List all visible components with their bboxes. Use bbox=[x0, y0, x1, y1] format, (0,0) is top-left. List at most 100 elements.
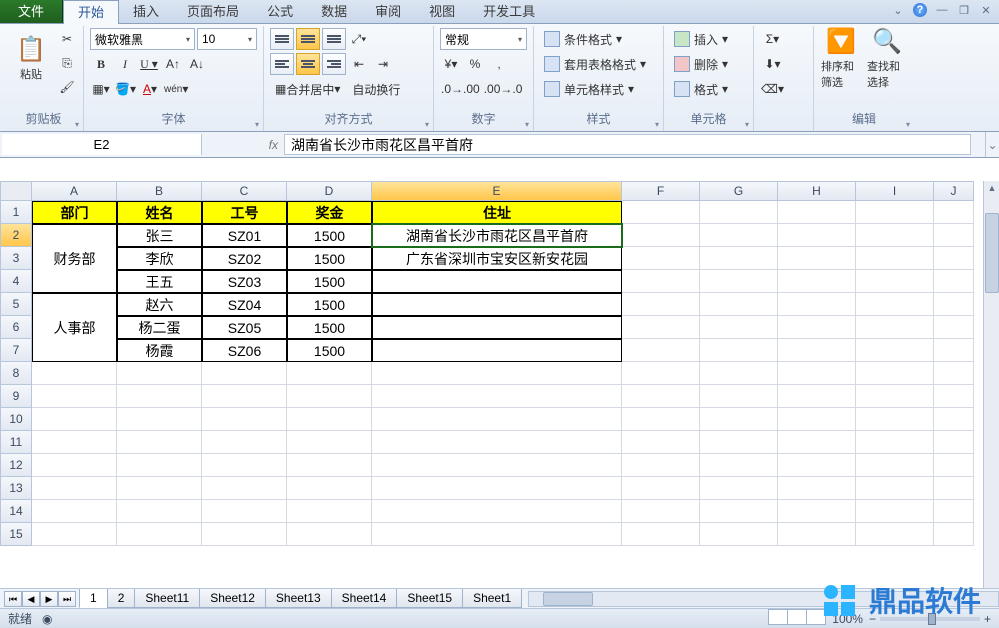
cell-I11[interactable] bbox=[856, 431, 934, 454]
cell-I4[interactable] bbox=[856, 270, 934, 293]
zoom-slider[interactable]: − + bbox=[869, 612, 991, 626]
fill-color-button[interactable]: 🪣▾ bbox=[114, 78, 137, 100]
cell-J1[interactable] bbox=[934, 201, 974, 224]
cell-H12[interactable] bbox=[778, 454, 856, 477]
row-header-10[interactable]: 10 bbox=[0, 408, 32, 431]
sheet-tab-Sheet11[interactable]: Sheet11 bbox=[134, 589, 200, 608]
horizontal-scrollbar[interactable] bbox=[528, 591, 999, 607]
cell-D14[interactable] bbox=[287, 500, 372, 523]
conditional-format-button[interactable]: 条件格式▾ bbox=[540, 28, 626, 50]
cell-E9[interactable] bbox=[372, 385, 622, 408]
row-header-1[interactable]: 1 bbox=[0, 201, 32, 224]
restore-icon[interactable]: ❐ bbox=[957, 3, 971, 17]
cell-F3[interactable] bbox=[622, 247, 700, 270]
cell-D5[interactable]: 1500 bbox=[287, 293, 372, 316]
row-header-15[interactable]: 15 bbox=[0, 523, 32, 546]
cell-I8[interactable] bbox=[856, 362, 934, 385]
row-header-13[interactable]: 13 bbox=[0, 477, 32, 500]
font-name-select[interactable]: 微软雅黑▾ bbox=[90, 28, 195, 50]
cell-H5[interactable] bbox=[778, 293, 856, 316]
italic-button[interactable]: I bbox=[114, 53, 136, 75]
cell-B8[interactable] bbox=[117, 362, 202, 385]
cell-B9[interactable] bbox=[117, 385, 202, 408]
menu-tab-5[interactable]: 审阅 bbox=[361, 0, 415, 23]
menu-tab-2[interactable]: 页面布局 bbox=[173, 0, 253, 23]
cell-G11[interactable] bbox=[700, 431, 778, 454]
cell-F7[interactable] bbox=[622, 339, 700, 362]
sheet-tab-Sheet1[interactable]: Sheet1 bbox=[462, 589, 522, 608]
col-header-A[interactable]: A bbox=[32, 181, 117, 201]
cell-J5[interactable] bbox=[934, 293, 974, 316]
row-header-4[interactable]: 4 bbox=[0, 270, 32, 293]
cell-C7[interactable]: SZ06 bbox=[202, 339, 287, 362]
cell-F11[interactable] bbox=[622, 431, 700, 454]
align-bottom-button[interactable] bbox=[322, 28, 346, 50]
align-right-button[interactable] bbox=[322, 53, 346, 75]
cell-E3[interactable]: 广东省深圳市宝安区新安花园 bbox=[372, 247, 622, 270]
cell-I7[interactable] bbox=[856, 339, 934, 362]
col-header-H[interactable]: H bbox=[778, 181, 856, 201]
cell-H3[interactable] bbox=[778, 247, 856, 270]
format-cells-button[interactable]: 格式▾ bbox=[670, 78, 732, 100]
cell-B12[interactable] bbox=[117, 454, 202, 477]
row-header-3[interactable]: 3 bbox=[0, 247, 32, 270]
align-center-button[interactable] bbox=[296, 53, 320, 75]
cell-F2[interactable] bbox=[622, 224, 700, 247]
sort-filter-button[interactable]: 🔽排序和筛选 bbox=[820, 28, 862, 88]
row-header-2[interactable]: 2 bbox=[0, 224, 32, 247]
cell-I2[interactable] bbox=[856, 224, 934, 247]
cell-D15[interactable] bbox=[287, 523, 372, 546]
cell-E7[interactable] bbox=[372, 339, 622, 362]
cell-A1[interactable]: 部门 bbox=[32, 201, 117, 224]
cell-I10[interactable] bbox=[856, 408, 934, 431]
cell-B1[interactable]: 姓名 bbox=[117, 201, 202, 224]
cell-F5[interactable] bbox=[622, 293, 700, 316]
orientation-button[interactable]: ⤢▾ bbox=[348, 28, 370, 50]
cell-E10[interactable] bbox=[372, 408, 622, 431]
cell-A14[interactable] bbox=[32, 500, 117, 523]
col-header-C[interactable]: C bbox=[202, 181, 287, 201]
row-header-12[interactable]: 12 bbox=[0, 454, 32, 477]
cell-D8[interactable] bbox=[287, 362, 372, 385]
cell-H9[interactable] bbox=[778, 385, 856, 408]
macro-record-icon[interactable]: ◉ bbox=[42, 612, 52, 626]
cell-E12[interactable] bbox=[372, 454, 622, 477]
cell-J9[interactable] bbox=[934, 385, 974, 408]
cell-G6[interactable] bbox=[700, 316, 778, 339]
cell-A12[interactable] bbox=[32, 454, 117, 477]
ribbon-min-icon[interactable]: ⌄ bbox=[891, 3, 905, 17]
select-all-corner[interactable] bbox=[0, 181, 32, 201]
cell-A9[interactable] bbox=[32, 385, 117, 408]
cell-E8[interactable] bbox=[372, 362, 622, 385]
fx-icon[interactable]: fx bbox=[269, 138, 278, 152]
cell-J3[interactable] bbox=[934, 247, 974, 270]
font-size-select[interactable]: 10▾ bbox=[197, 28, 257, 50]
delete-cells-button[interactable]: 删除▾ bbox=[670, 53, 732, 75]
fill-button[interactable]: ⬇▾ bbox=[762, 53, 784, 75]
cell-B6[interactable]: 杨二蛋 bbox=[117, 316, 202, 339]
cell-J4[interactable] bbox=[934, 270, 974, 293]
cell-C5[interactable]: SZ04 bbox=[202, 293, 287, 316]
cell-D10[interactable] bbox=[287, 408, 372, 431]
cell-I6[interactable] bbox=[856, 316, 934, 339]
row-header-14[interactable]: 14 bbox=[0, 500, 32, 523]
paste-button[interactable]: 📋粘贴 bbox=[10, 28, 52, 88]
menu-tab-7[interactable]: 开发工具 bbox=[469, 0, 549, 23]
zoom-in-icon[interactable]: + bbox=[984, 612, 991, 626]
vertical-scrollbar[interactable]: ▲ bbox=[983, 181, 999, 588]
row-header-8[interactable]: 8 bbox=[0, 362, 32, 385]
cell-H15[interactable] bbox=[778, 523, 856, 546]
cell-J2[interactable] bbox=[934, 224, 974, 247]
cell-G14[interactable] bbox=[700, 500, 778, 523]
find-select-button[interactable]: 🔍查找和选择 bbox=[866, 28, 908, 88]
cell-A5[interactable]: 人事部 bbox=[32, 293, 117, 362]
cell-G2[interactable] bbox=[700, 224, 778, 247]
cell-E13[interactable] bbox=[372, 477, 622, 500]
cell-B10[interactable] bbox=[117, 408, 202, 431]
align-left-button[interactable] bbox=[270, 53, 294, 75]
shrink-font-button[interactable]: A↓ bbox=[186, 53, 208, 75]
cell-E6[interactable] bbox=[372, 316, 622, 339]
cell-H1[interactable] bbox=[778, 201, 856, 224]
align-middle-button[interactable] bbox=[296, 28, 320, 50]
cut-button[interactable]: ✂ bbox=[56, 28, 78, 50]
